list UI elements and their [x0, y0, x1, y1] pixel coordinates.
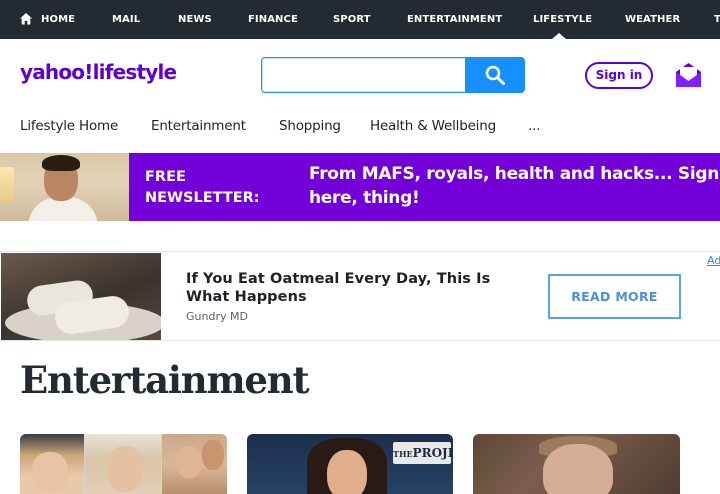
- article-card[interactable]: [473, 434, 680, 494]
- logo-section: lifestyle: [92, 60, 178, 84]
- top-nav-sport[interactable]: SPORT: [333, 0, 371, 39]
- card-photo-face: [543, 444, 613, 494]
- sub-nav-entertainment[interactable]: Entertainment: [151, 118, 246, 134]
- search-button[interactable]: [465, 57, 525, 93]
- sign-in-button[interactable]: Sign in: [585, 62, 653, 89]
- newsletter-label: FREE NEWSLETTER:: [145, 167, 285, 209]
- card-photo-face: [107, 446, 143, 492]
- newsletter-label-line1: FREE: [145, 169, 186, 185]
- top-nav-entertainment[interactable]: ENTERTAINMENT: [407, 0, 502, 39]
- ad-thumbnail: [1, 253, 161, 340]
- active-caret-icon: [552, 33, 566, 39]
- ad-sponsor: Gundry MD: [186, 310, 248, 323]
- newsletter-pitch[interactable]: From MAFS, royals, health and hacks... S…: [309, 162, 720, 210]
- thumbnail-lamp: [0, 167, 14, 203]
- sub-nav-shopping[interactable]: Shopping: [279, 118, 341, 134]
- card-photo-face: [32, 452, 68, 492]
- card-photo-panel: [20, 434, 84, 494]
- article-card[interactable]: [20, 434, 227, 494]
- sub-nav-lifestyle-home[interactable]: Lifestyle Home: [20, 118, 118, 134]
- yahoo-lifestyle-logo[interactable]: yahoo!lifestyle: [20, 60, 178, 90]
- section-title: Entertainment: [20, 358, 310, 402]
- article-card[interactable]: THEPROJECT: [247, 434, 453, 494]
- sub-nav: Lifestyle Home Entertainment Shopping He…: [0, 112, 720, 142]
- ad-choices-link[interactable]: Ad: [707, 254, 720, 272]
- sub-nav-health-wellbeing[interactable]: Health & Wellbeing: [370, 118, 496, 134]
- logo-brand: yahoo!: [20, 60, 93, 84]
- card-tag: PROJECT: [412, 446, 453, 460]
- the-project-logo: THEPROJECT: [393, 442, 453, 464]
- search-input[interactable]: [261, 57, 466, 93]
- top-nav-more[interactable]: T: [714, 0, 720, 39]
- home-icon: [20, 13, 32, 25]
- top-nav-news[interactable]: NEWS: [178, 0, 212, 39]
- newsletter-label-line2: NEWSLETTER:: [145, 190, 260, 206]
- card-photo-panel: [162, 434, 227, 494]
- ad-headline[interactable]: If You Eat Oatmeal Every Day, This Is Wh…: [186, 270, 531, 306]
- search-icon: [485, 65, 505, 85]
- top-nav-weather[interactable]: WEATHER: [625, 0, 680, 39]
- sponsored-ad[interactable]: If You Eat Oatmeal Every Day, This Is Wh…: [0, 251, 720, 341]
- thumbnail-hair: [42, 155, 80, 171]
- top-nav-mail[interactable]: MAIL: [112, 0, 140, 39]
- card-photo-face: [176, 446, 202, 478]
- read-more-button[interactable]: READ MORE: [548, 274, 681, 319]
- mail-icon[interactable]: [676, 63, 701, 87]
- top-nav: HOME MAIL NEWS FINANCE SPORT ENTERTAINME…: [0, 0, 720, 39]
- card-photo-panel: [85, 434, 161, 494]
- top-nav-finance[interactable]: FINANCE: [248, 0, 298, 39]
- sub-nav-more[interactable]: ...: [528, 118, 540, 134]
- card-photo-face: [327, 450, 367, 494]
- newsletter-thumbnail: [0, 153, 129, 221]
- newsletter-banner[interactable]: FREE NEWSLETTER: From MAFS, royals, heal…: [0, 153, 720, 221]
- card-photo-face: [202, 440, 224, 470]
- top-nav-home[interactable]: HOME: [41, 0, 75, 39]
